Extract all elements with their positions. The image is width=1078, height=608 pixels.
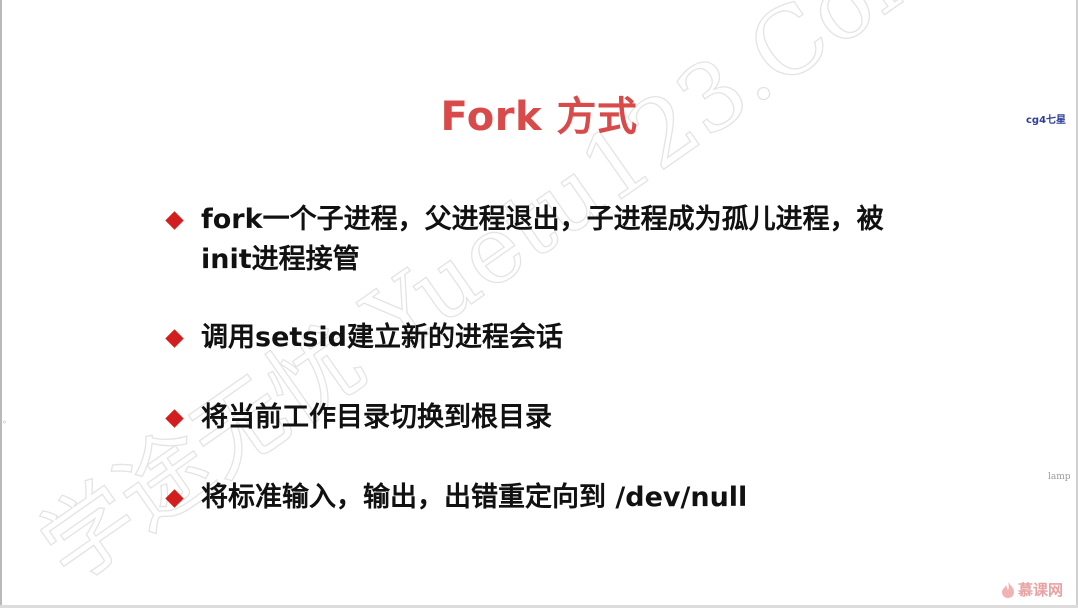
bullet-item: 将标准输入，输出，出错重定向到 /dev/null — [165, 478, 891, 518]
left-edge-marker-icon: ◦ — [2, 418, 7, 427]
logo-text: 慕课网 — [1018, 581, 1064, 599]
bullet-item: 调用setsid建立新的进程会话 — [165, 318, 891, 358]
slide-title: Fork 方式 — [440, 94, 638, 140]
flame-icon — [1002, 581, 1014, 598]
diamond-bullet-icon — [165, 409, 184, 428]
diamond-bullet-icon — [165, 211, 184, 230]
diamond-bullet-icon — [165, 489, 184, 508]
bullet-text: 将标准输入，输出，出错重定向到 /dev/null — [201, 482, 748, 513]
bullet-text: 调用setsid建立新的进程会话 — [201, 322, 563, 353]
bullet-item: fork一个子进程，父进程退出，子进程成为孤儿进程，被init进程接管 — [165, 200, 891, 280]
corner-tag: cg4七星 — [1026, 115, 1067, 126]
bullet-text: 将当前工作目录切换到根目录 — [201, 402, 552, 433]
diamond-bullet-icon — [165, 329, 184, 348]
bullet-text: fork一个子进程，父进程退出，子进程成为孤儿进程，被init进程接管 — [201, 204, 884, 275]
side-tag: lamp — [1048, 472, 1071, 482]
site-logo: 慕课网 — [1000, 579, 1063, 600]
bullet-item: 将当前工作目录切换到根目录 — [165, 398, 891, 438]
